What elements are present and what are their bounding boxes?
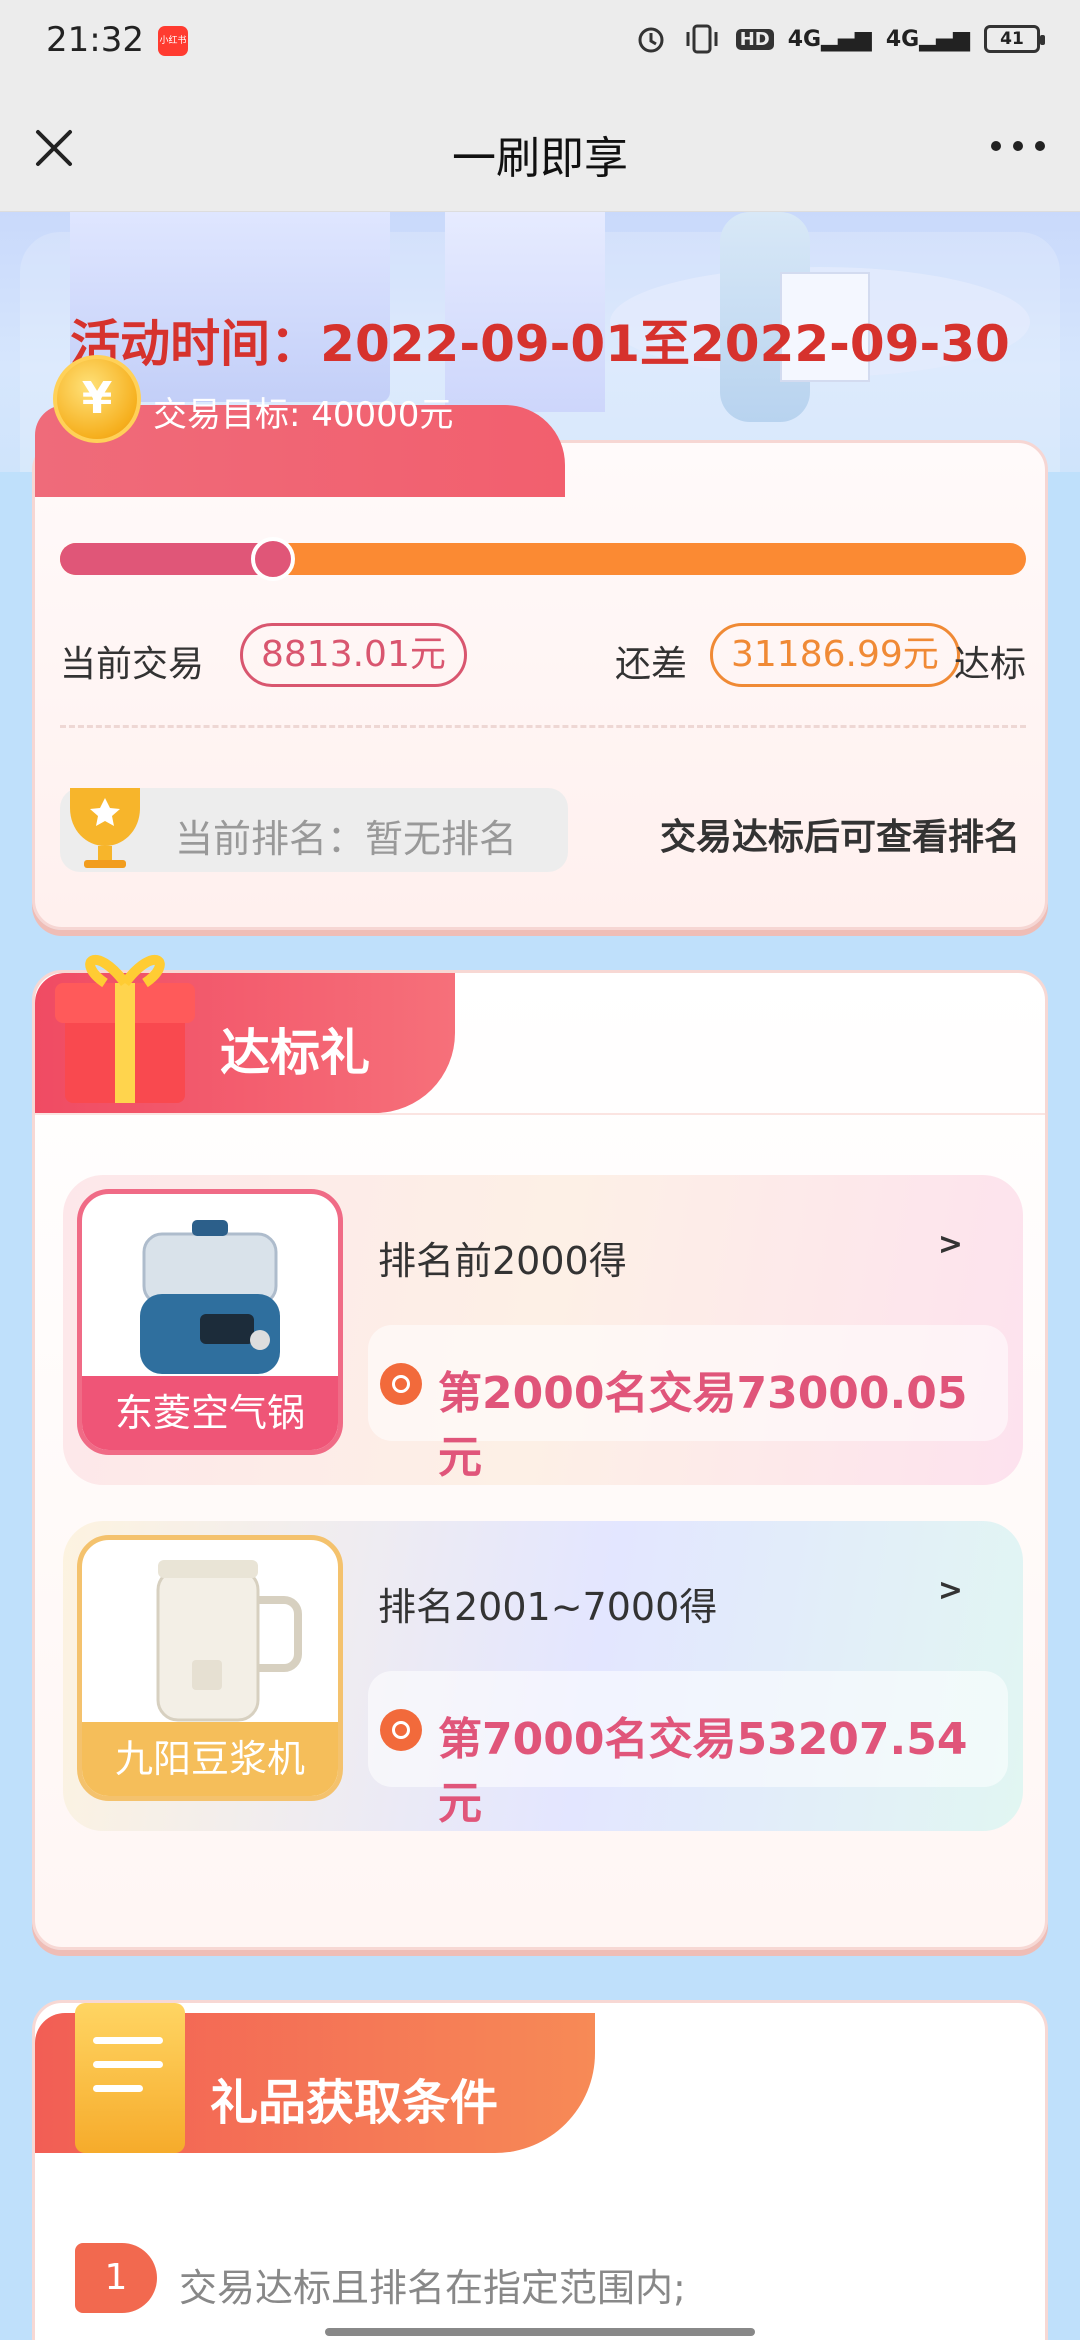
chevron-right-icon[interactable]: > bbox=[938, 1227, 963, 1262]
prize-row[interactable]: 九阳豆浆机 排名2001~7000得 > 第7000名交易53207.54元 bbox=[63, 1521, 1023, 1831]
page-title: 一刷即享 bbox=[452, 133, 628, 184]
goal-card: ¥ 交易目标: 40000元 当前交易 8813.01元 还差 31186.99… bbox=[32, 355, 1048, 930]
trophy-icon bbox=[70, 788, 140, 868]
signal-icon-2: 4G▂▄▆ bbox=[885, 26, 970, 52]
prize-image: 九阳豆浆机 bbox=[77, 1535, 343, 1801]
progress-bar bbox=[60, 537, 1026, 581]
nav-bar: 一刷即享 bbox=[0, 82, 1080, 212]
goal-tab: ¥ 交易目标: 40000元 bbox=[35, 355, 565, 497]
prize-requirement: 第7000名交易53207.54元 bbox=[368, 1671, 1008, 1829]
status-icons: HD 4G▂▄▆ 4G▂▄▆ 41 bbox=[634, 22, 1045, 56]
chevron-right-icon[interactable]: > bbox=[938, 1573, 963, 1608]
app-notification-icon: 小红书 bbox=[158, 26, 188, 56]
divider bbox=[35, 1113, 1045, 1115]
requirement-text: 第7000名交易53207.54元 bbox=[438, 1714, 968, 1829]
divider bbox=[60, 725, 1026, 728]
target-icon bbox=[380, 1363, 422, 1405]
prize-requirement: 第2000名交易73000.05元 bbox=[368, 1325, 1008, 1483]
current-trade-value: 8813.01元 bbox=[240, 623, 467, 687]
soymilk-maker-image bbox=[156, 1560, 302, 1722]
vibrate-icon bbox=[686, 24, 718, 54]
condition-text: 交易达标且排名在指定范围内; bbox=[179, 2266, 686, 2310]
condition-number: 1 bbox=[75, 2243, 157, 2313]
conditions-header: 礼品获取条件 bbox=[35, 2003, 595, 2153]
status-bar: 21:32 小红书 HD 4G▂▄▆ 4G▂▄▆ 41 bbox=[0, 0, 1080, 82]
status-time: 21:32 bbox=[46, 20, 144, 60]
signal-icon-1: 4G▂▄▆ bbox=[787, 26, 872, 52]
document-icon bbox=[75, 2003, 185, 2153]
gifts-header: 达标礼 bbox=[35, 955, 455, 1113]
activity-time: 活动时间：2022-09-01至2022-09-30 bbox=[70, 315, 1010, 373]
hd-icon: HD bbox=[735, 28, 774, 50]
rank-hint: 交易达标后可查看排名 bbox=[659, 817, 1020, 858]
target-icon bbox=[380, 1709, 422, 1751]
current-trade-label: 当前交易 bbox=[60, 644, 205, 685]
rank-text: 当前排名：暂无排名 bbox=[175, 817, 518, 861]
rank-pill: 当前排名：暂无排名 bbox=[60, 788, 568, 872]
prize-name: 东菱空气锅 bbox=[82, 1376, 338, 1450]
air-fryer-image bbox=[140, 1220, 280, 1374]
coin-icon: ¥ bbox=[53, 355, 141, 443]
prize-rule: 排名前2000得 bbox=[378, 1239, 627, 1283]
battery-icon: 41 bbox=[984, 25, 1045, 53]
diff-label: 还差 bbox=[615, 644, 688, 685]
trade-summary: 当前交易 8813.01元 还差 31186.99元 达标 bbox=[60, 623, 1026, 693]
alarm-icon bbox=[638, 27, 664, 53]
more-icon[interactable] bbox=[988, 134, 1048, 158]
conditions-card: 礼品获取条件 1 交易达标且排名在指定范围内; bbox=[32, 2000, 1048, 2340]
gifts-card: 达标礼 东菱空气锅 排名前2000得 > 第2000名交易73000.05元 九… bbox=[32, 955, 1048, 1950]
progress-knob bbox=[250, 537, 295, 581]
gifts-title: 达标礼 bbox=[220, 1024, 370, 1082]
progress-fill bbox=[60, 543, 273, 575]
prize-rule: 排名2001~7000得 bbox=[378, 1585, 718, 1629]
home-indicator[interactable] bbox=[325, 2328, 755, 2336]
goal-target: 交易目标: 40000元 bbox=[153, 395, 454, 435]
diff-suffix: 达标 bbox=[953, 644, 1026, 685]
prize-image: 东菱空气锅 bbox=[77, 1189, 343, 1455]
requirement-text: 第2000名交易73000.05元 bbox=[438, 1368, 968, 1483]
gift-box-icon bbox=[55, 955, 195, 1103]
prize-row[interactable]: 东菱空气锅 排名前2000得 > 第2000名交易73000.05元 bbox=[63, 1175, 1023, 1485]
diff-value: 31186.99元 bbox=[710, 623, 960, 687]
conditions-title: 礼品获取条件 bbox=[210, 2075, 499, 2131]
prize-name: 九阳豆浆机 bbox=[82, 1722, 338, 1796]
